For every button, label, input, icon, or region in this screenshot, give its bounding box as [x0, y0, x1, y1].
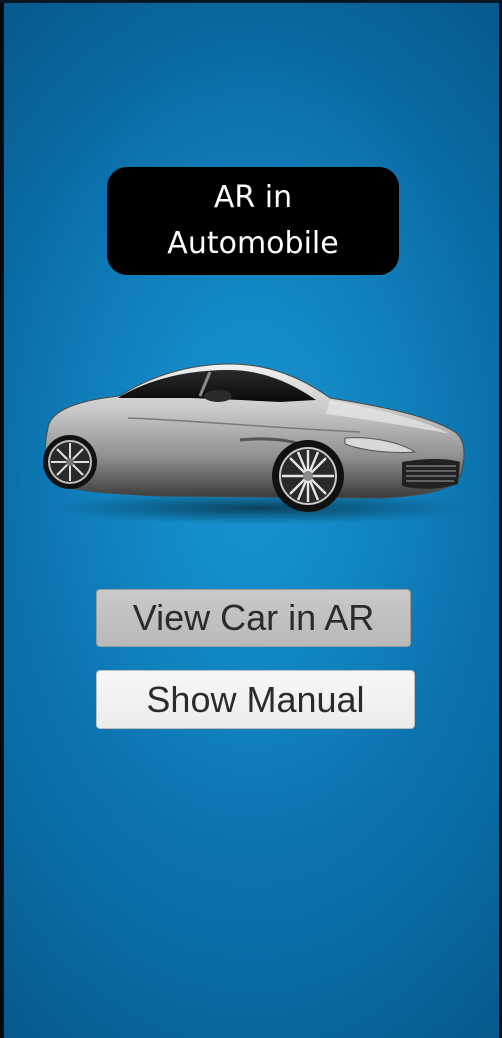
main-screen: AR in Automobile View Car in AR Show Man…	[0, 0, 502, 1038]
sports-car-image	[43, 363, 465, 524]
left-edge	[0, 0, 4, 1038]
show-manual-button[interactable]: Show Manual	[96, 670, 415, 729]
view-car-in-ar-button[interactable]: View Car in AR	[96, 589, 411, 647]
title-banner: AR in Automobile	[107, 167, 399, 275]
top-edge	[0, 0, 502, 3]
app-title: AR in Automobile	[167, 180, 339, 261]
